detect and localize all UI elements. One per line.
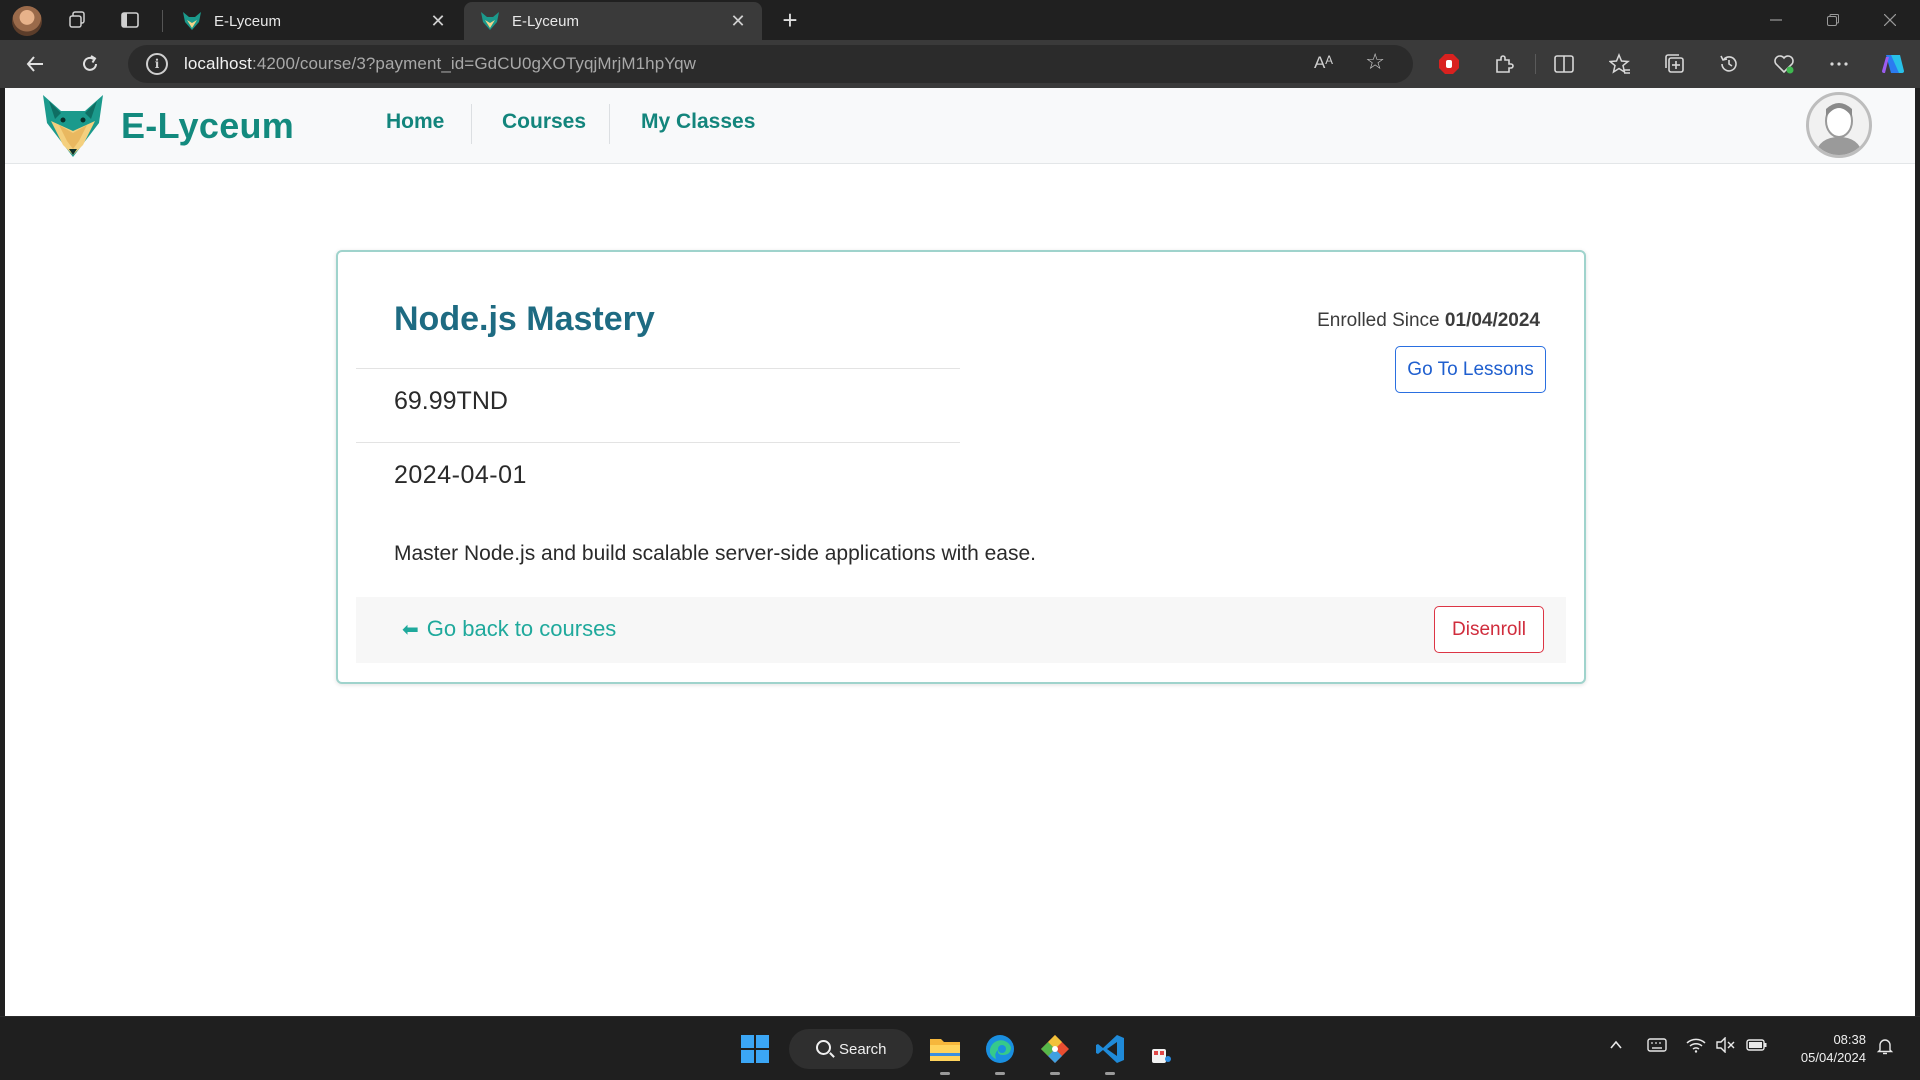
performance-icon[interactable] bbox=[1767, 47, 1801, 81]
disenroll-button[interactable]: Disenroll bbox=[1434, 606, 1544, 653]
snipping-tool-icon[interactable] bbox=[1140, 1029, 1180, 1069]
taskbar-search[interactable]: Search bbox=[789, 1029, 913, 1069]
fox-favicon-icon bbox=[183, 12, 201, 30]
vscode-icon[interactable] bbox=[1090, 1029, 1130, 1075]
keyboard-icon[interactable] bbox=[1647, 1037, 1667, 1058]
back-link-label: Go back to courses bbox=[426, 616, 617, 641]
restore-icon[interactable] bbox=[1805, 0, 1861, 40]
nav-link-my-classes[interactable]: My Classes bbox=[641, 110, 755, 134]
clock-time: 08:38 bbox=[1833, 1032, 1866, 1047]
tab-separator bbox=[162, 10, 163, 32]
wifi-icon[interactable] bbox=[1686, 1037, 1706, 1058]
extensions-icon[interactable] bbox=[1487, 47, 1521, 81]
history-icon[interactable] bbox=[1712, 47, 1746, 81]
tab-actions-icon[interactable] bbox=[113, 3, 147, 37]
search-label: Search bbox=[839, 1040, 887, 1058]
new-tab-button[interactable]: + bbox=[774, 4, 806, 36]
minimize-icon[interactable] bbox=[1748, 0, 1804, 40]
favorites-icon[interactable] bbox=[1603, 47, 1637, 81]
collections-icon[interactable] bbox=[1658, 47, 1692, 81]
search-icon bbox=[816, 1040, 831, 1055]
notifications-icon[interactable] bbox=[1876, 1037, 1894, 1060]
more-icon[interactable] bbox=[1822, 47, 1856, 81]
nav-divider bbox=[609, 104, 610, 144]
go-to-lessons-button[interactable]: Go To Lessons bbox=[1395, 346, 1546, 393]
page-viewport: E-Lyceum Home Courses My Classes Node.js… bbox=[5, 88, 1915, 1016]
favorite-star-icon[interactable]: ☆ bbox=[1365, 49, 1385, 75]
course-price: 69.99TND bbox=[394, 387, 508, 415]
enrolled-since: Enrolled Since 01/04/2024 bbox=[1317, 310, 1540, 332]
divider bbox=[356, 442, 960, 443]
brand-name: E-Lyceum bbox=[121, 105, 295, 146]
git-icon[interactable] bbox=[1035, 1029, 1075, 1075]
nav-divider bbox=[471, 104, 472, 144]
close-tab-icon[interactable]: ✕ bbox=[428, 11, 448, 32]
split-screen-icon[interactable] bbox=[1547, 47, 1581, 81]
back-to-courses-link[interactable]: ⬅ Go back to courses bbox=[402, 616, 616, 642]
battery-icon[interactable] bbox=[1746, 1037, 1768, 1058]
browser-tab-bar: E-Lyceum ✕ E-Lyceum ✕ + bbox=[0, 0, 1920, 40]
running-indicator bbox=[1105, 1072, 1115, 1075]
course-title: Node.js Mastery bbox=[394, 300, 655, 338]
back-icon[interactable] bbox=[18, 47, 52, 81]
nav-link-home[interactable]: Home bbox=[386, 110, 444, 134]
card-footer: ⬅ Go back to courses Disenroll bbox=[356, 597, 1566, 663]
site-navbar: E-Lyceum Home Courses My Classes bbox=[5, 88, 1915, 164]
file-explorer-icon[interactable] bbox=[925, 1029, 965, 1075]
running-indicator bbox=[940, 1072, 950, 1075]
tab-title: E-Lyceum bbox=[512, 12, 579, 30]
read-aloud-icon[interactable]: Aᴬ bbox=[1314, 53, 1333, 73]
enrolled-label: Enrolled Since bbox=[1317, 310, 1440, 331]
close-window-icon[interactable] bbox=[1862, 0, 1918, 40]
close-tab-icon[interactable]: ✕ bbox=[728, 11, 748, 32]
show-hidden-icons-icon[interactable] bbox=[1608, 1037, 1624, 1058]
workspaces-icon[interactable] bbox=[60, 3, 94, 37]
profile-avatar-icon[interactable] bbox=[12, 6, 42, 36]
tab-title: E-Lyceum bbox=[214, 12, 281, 30]
divider bbox=[356, 368, 960, 369]
nav-link-courses[interactable]: Courses bbox=[502, 110, 586, 134]
user-avatar-icon[interactable] bbox=[1806, 92, 1872, 158]
toolbar-separator bbox=[1535, 54, 1536, 74]
course-date: 2024-04-01 bbox=[394, 461, 527, 489]
taskbar-clock[interactable]: 08:38 05/04/2024 bbox=[1801, 1031, 1866, 1067]
enrolled-date: 01/04/2024 bbox=[1444, 310, 1540, 331]
windows-taskbar: Search 08:38 05/04/2024 bbox=[0, 1016, 1920, 1080]
fox-favicon-icon bbox=[481, 12, 499, 30]
adblock-icon[interactable] bbox=[1432, 47, 1466, 81]
edge-icon[interactable] bbox=[980, 1029, 1020, 1075]
tab-e-lyceum-2[interactable]: E-Lyceum ✕ bbox=[464, 2, 762, 40]
refresh-icon[interactable] bbox=[73, 47, 107, 81]
info-icon[interactable]: i bbox=[146, 53, 168, 75]
start-icon[interactable] bbox=[735, 1029, 775, 1069]
fox-logo-icon bbox=[43, 95, 103, 157]
url-text[interactable]: localhost:4200/course/3?payment_id=GdCU0… bbox=[184, 54, 696, 74]
brand[interactable]: E-Lyceum bbox=[39, 93, 294, 159]
course-description: Master Node.js and build scalable server… bbox=[394, 542, 1036, 565]
address-bar[interactable]: i localhost:4200/course/3?payment_id=GdC… bbox=[128, 45, 1413, 83]
running-indicator bbox=[1050, 1072, 1060, 1075]
copilot-icon[interactable] bbox=[1876, 47, 1910, 81]
running-indicator bbox=[995, 1072, 1005, 1075]
arrow-left-icon: ⬅ bbox=[402, 618, 419, 641]
course-card: Node.js Mastery 69.99TND 2024-04-01 Enro… bbox=[336, 250, 1586, 684]
tab-e-lyceum-1[interactable]: E-Lyceum ✕ bbox=[166, 2, 462, 40]
clock-date: 05/04/2024 bbox=[1800, 1050, 1866, 1065]
volume-muted-icon[interactable] bbox=[1716, 1036, 1736, 1058]
